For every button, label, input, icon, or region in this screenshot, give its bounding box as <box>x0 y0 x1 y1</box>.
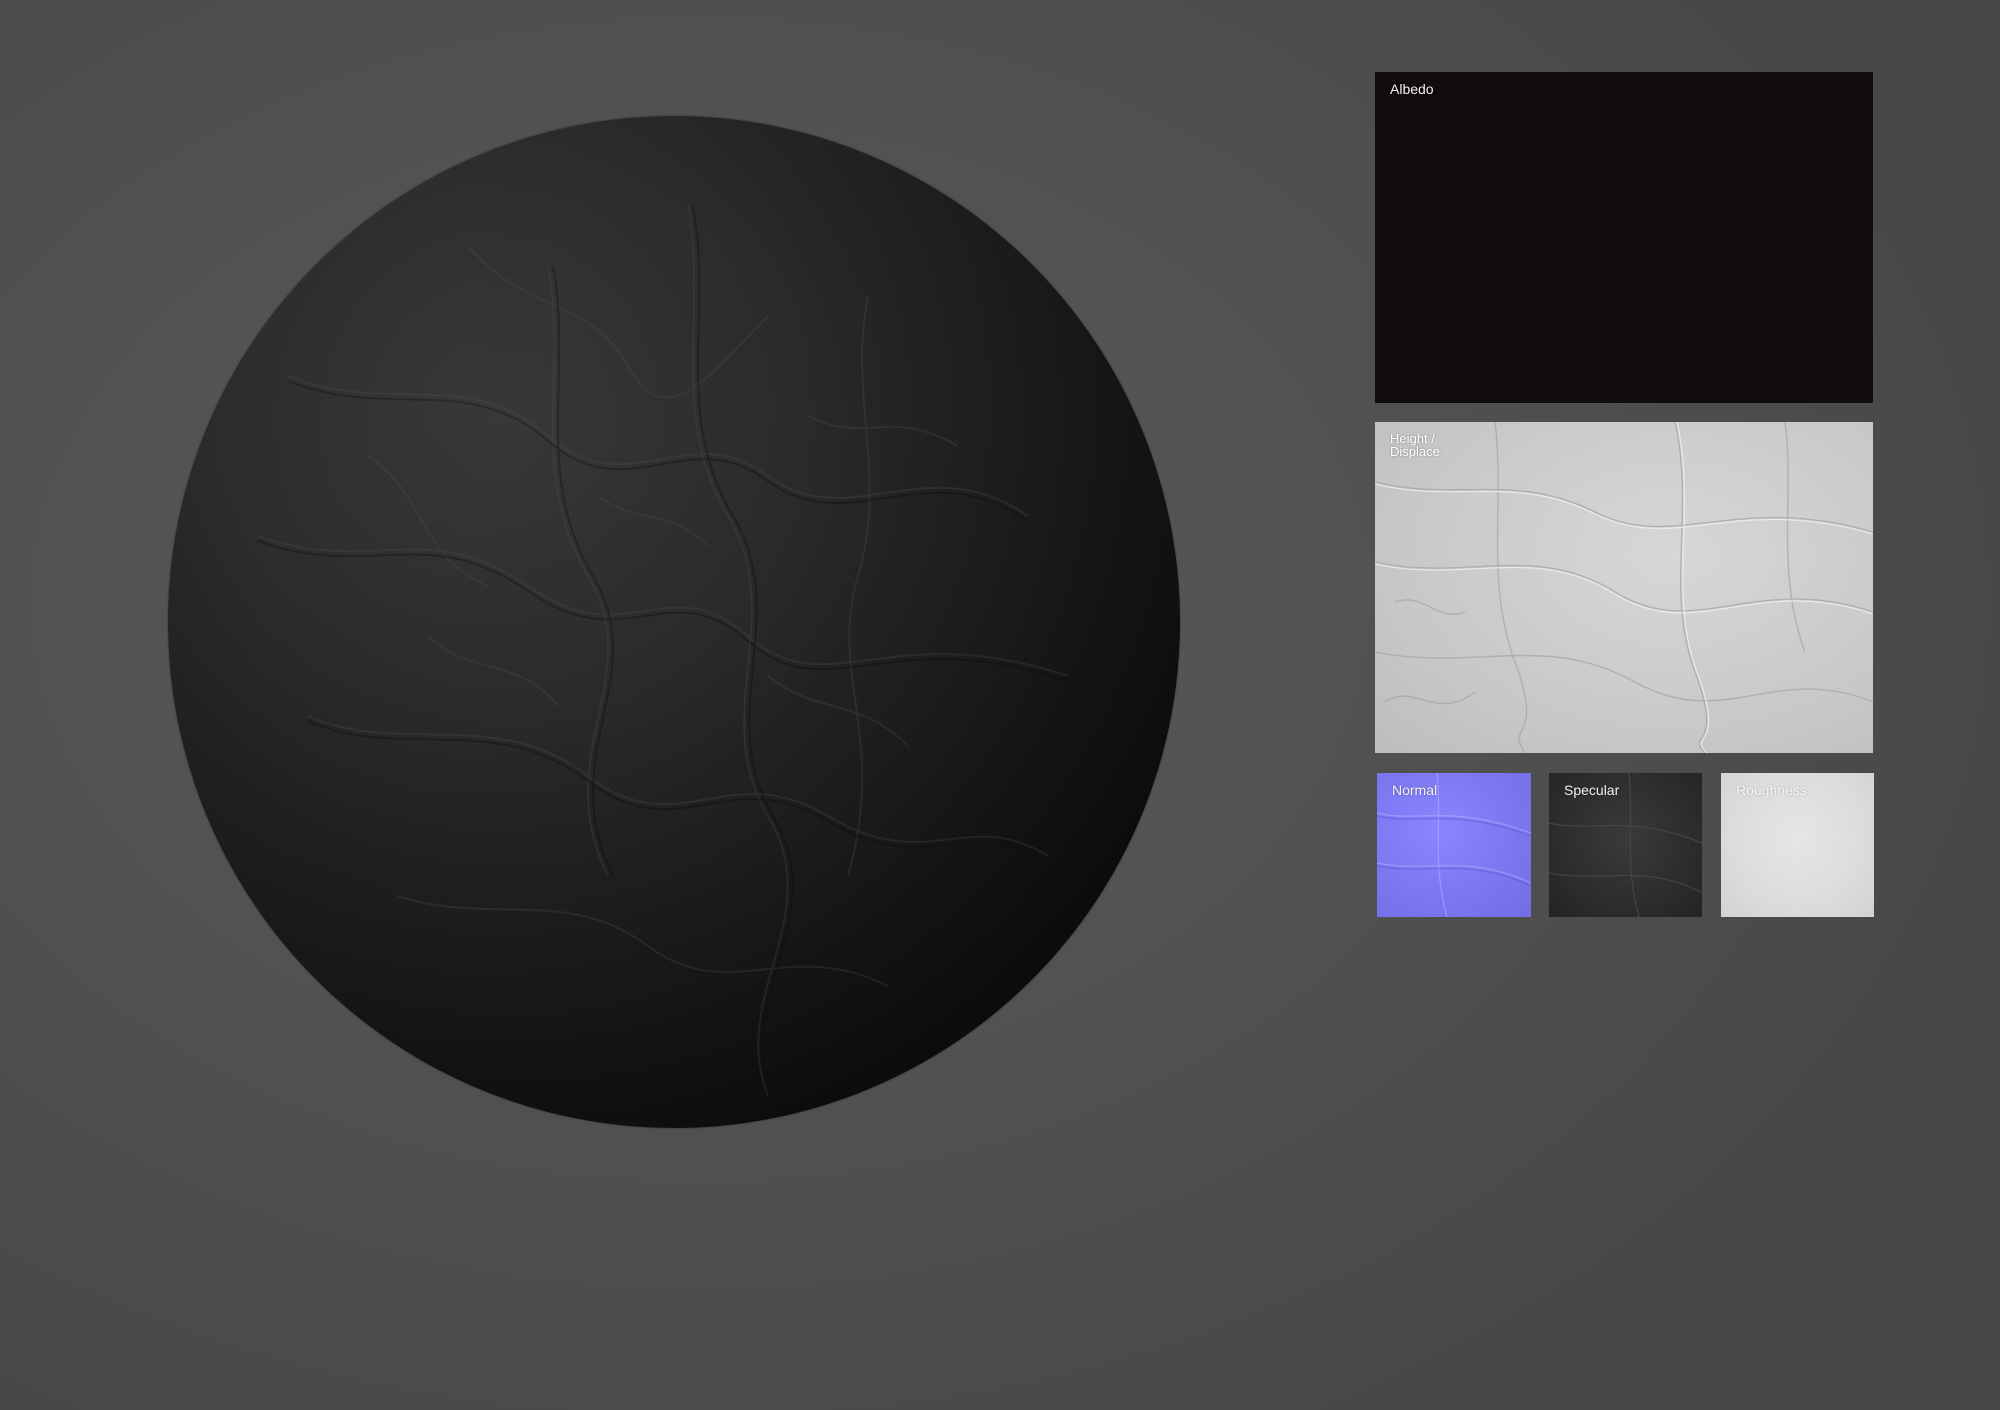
specular-map-label: Specular <box>1564 782 1620 798</box>
height-texture-pattern <box>1375 422 1873 753</box>
material-preview-sphere <box>168 116 1180 1128</box>
height-map-tile: Height / Displace <box>1375 422 1873 753</box>
normal-map-tile: Normal <box>1377 773 1531 917</box>
albedo-map-label: Albedo <box>1390 81 1434 97</box>
albedo-map-tile: Albedo <box>1375 72 1873 403</box>
normal-map-label: Normal <box>1392 782 1438 798</box>
height-map-label: Height / Displace <box>1390 431 1440 459</box>
roughness-map-tile: Roughness <box>1721 773 1874 917</box>
material-preview-canvas: Albedo Height / Displace Normal Specular… <box>0 0 2000 1410</box>
sphere-shading <box>168 116 1180 1128</box>
specular-map-tile: Specular <box>1549 773 1702 917</box>
roughness-map-label: Roughness <box>1736 782 1807 798</box>
